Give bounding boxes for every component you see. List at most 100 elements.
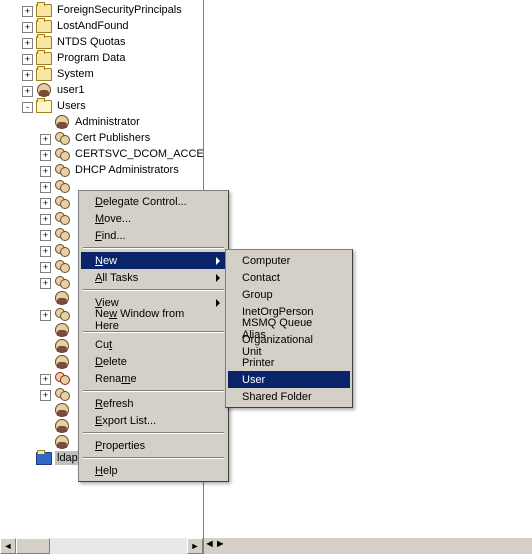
user-icon [54,434,70,450]
submenu-arrow-icon [216,274,220,282]
menu-item[interactable]: Contact [228,269,350,286]
tree-item-label [73,329,77,331]
expand-toggle[interactable]: + [40,262,51,273]
menu-item[interactable]: Delegate Control... [81,193,226,210]
tree-item-label [73,297,77,299]
menu-separator [83,457,224,459]
menu-item[interactable]: Export List... [81,412,226,429]
tree-item-label: LostAndFound [55,19,131,33]
group-icon [54,274,70,290]
menu-item[interactable]: Group [228,286,350,303]
menu-item[interactable]: Computer [228,252,350,269]
tree-item[interactable]: + LostAndFound [0,18,203,34]
tree-item-label [73,409,77,411]
expand-toggle[interactable]: + [40,230,51,241]
tree-item-label: System [55,67,96,81]
expand-toggle[interactable]: + [22,54,33,65]
tree-item-label [73,217,77,219]
scroll-track[interactable] [16,538,187,554]
menu-item-label: All Tasks [95,272,204,284]
tree-item-label [73,201,77,203]
group-icon [54,386,70,402]
expand-toggle[interactable]: + [22,70,33,81]
tree-item[interactable]: + Cert Publishers [0,130,203,146]
tree-item-label [73,393,77,395]
menu-item[interactable]: Printer [228,354,350,371]
group-icon [54,146,70,162]
new-submenu[interactable]: ComputerContactGroupInetOrgPersonMSMQ Qu… [225,249,353,408]
scroll-right-button[interactable]: ► [215,538,226,554]
menu-item[interactable]: Properties [81,437,226,454]
tree-item[interactable]: + ForeignSecurityPrincipals [0,2,203,18]
group-icon [54,130,70,146]
menu-item[interactable]: Cut [81,336,226,353]
tree-item-label: Cert Publishers [73,131,152,145]
horizontal-scrollbar-right[interactable]: ◄ ► [204,538,532,554]
menu-item[interactable]: New [81,252,226,269]
tree-item[interactable]: +Program Data [0,50,203,66]
expand-toggle[interactable]: + [40,246,51,257]
menu-item[interactable]: All Tasks [81,269,226,286]
expand-toggle[interactable]: + [40,278,51,289]
expand-toggle[interactable]: + [40,134,51,145]
tree-item[interactable]: Administrator [0,114,203,130]
menu-item-label: Move... [95,213,204,225]
menu-item-label: Shared Folder [242,391,328,403]
group-icon [54,178,70,194]
scroll-right-button[interactable]: ► [187,538,203,554]
group-icon [54,242,70,258]
tree-item[interactable]: + System [0,66,203,82]
tree-item-label: ForeignSecurityPrincipals [55,3,184,17]
menu-item[interactable]: Rename [81,370,226,387]
expand-toggle[interactable]: + [40,150,51,161]
menu-item[interactable]: Find... [81,227,226,244]
tree-item-label [73,313,77,315]
expand-toggle[interactable]: + [40,374,51,385]
expand-toggle[interactable]: + [40,214,51,225]
expand-toggle[interactable]: + [22,86,33,97]
menu-item-label: Find... [95,230,204,242]
tree-item[interactable]: +CERTSVC_DCOM_ACCESS [0,146,203,162]
menu-item-label: Export List... [95,415,204,427]
menu-item[interactable]: Organizational Unit [228,337,350,354]
group-icon [54,194,70,210]
horizontal-scrollbar-left[interactable]: ◄ ► [0,538,203,554]
app-window: +ForeignSecurityPrincipals+LostAndFound+… [0,0,532,554]
scroll-left-button[interactable]: ◄ [204,538,215,554]
scroll-thumb[interactable] [16,538,50,554]
tree-item[interactable]: +NTDS Quotas [0,34,203,50]
menu-item[interactable]: Move... [81,210,226,227]
expand-toggle[interactable]: + [22,22,33,33]
tree-item-label [73,249,77,251]
scroll-left-button[interactable]: ◄ [0,538,16,554]
tree-item[interactable]: +DHCP Administrators [0,162,203,178]
menu-item-label: Rename [95,373,204,385]
expand-toggle[interactable]: + [40,310,51,321]
menu-item[interactable]: Help [81,462,226,479]
tree-item[interactable]: +user1 [0,82,203,98]
folder-icon [36,98,52,114]
expand-toggle[interactable]: + [22,6,33,17]
menu-item-label: Delegate Control... [95,196,204,208]
menu-item[interactable]: Shared Folder [228,388,350,405]
submenu-arrow-icon [216,299,220,307]
menu-item-label: Cut [95,339,204,351]
menu-item[interactable]: Delete [81,353,226,370]
expand-toggle[interactable]: + [22,38,33,49]
menu-item[interactable]: Refresh [81,395,226,412]
context-menu[interactable]: Delegate Control... Move... Find... New All … [78,190,229,482]
expand-toggle[interactable]: + [40,182,51,193]
menu-item[interactable]: User [228,371,350,388]
expand-toggle[interactable]: + [40,166,51,177]
menu-item[interactable]: New Window from Here [81,311,226,328]
menu-separator [83,390,224,392]
expand-toggle[interactable]: + [40,390,51,401]
group-icon [54,210,70,226]
expand-toggle[interactable]: + [40,198,51,209]
tree-item[interactable]: -Users [0,98,203,114]
tree-item-label: Administrator [73,115,142,129]
tree-item-label [73,377,77,379]
expand-toggle[interactable]: - [22,102,33,113]
menu-item-label: Printer [242,357,328,369]
group-icon [54,258,70,274]
